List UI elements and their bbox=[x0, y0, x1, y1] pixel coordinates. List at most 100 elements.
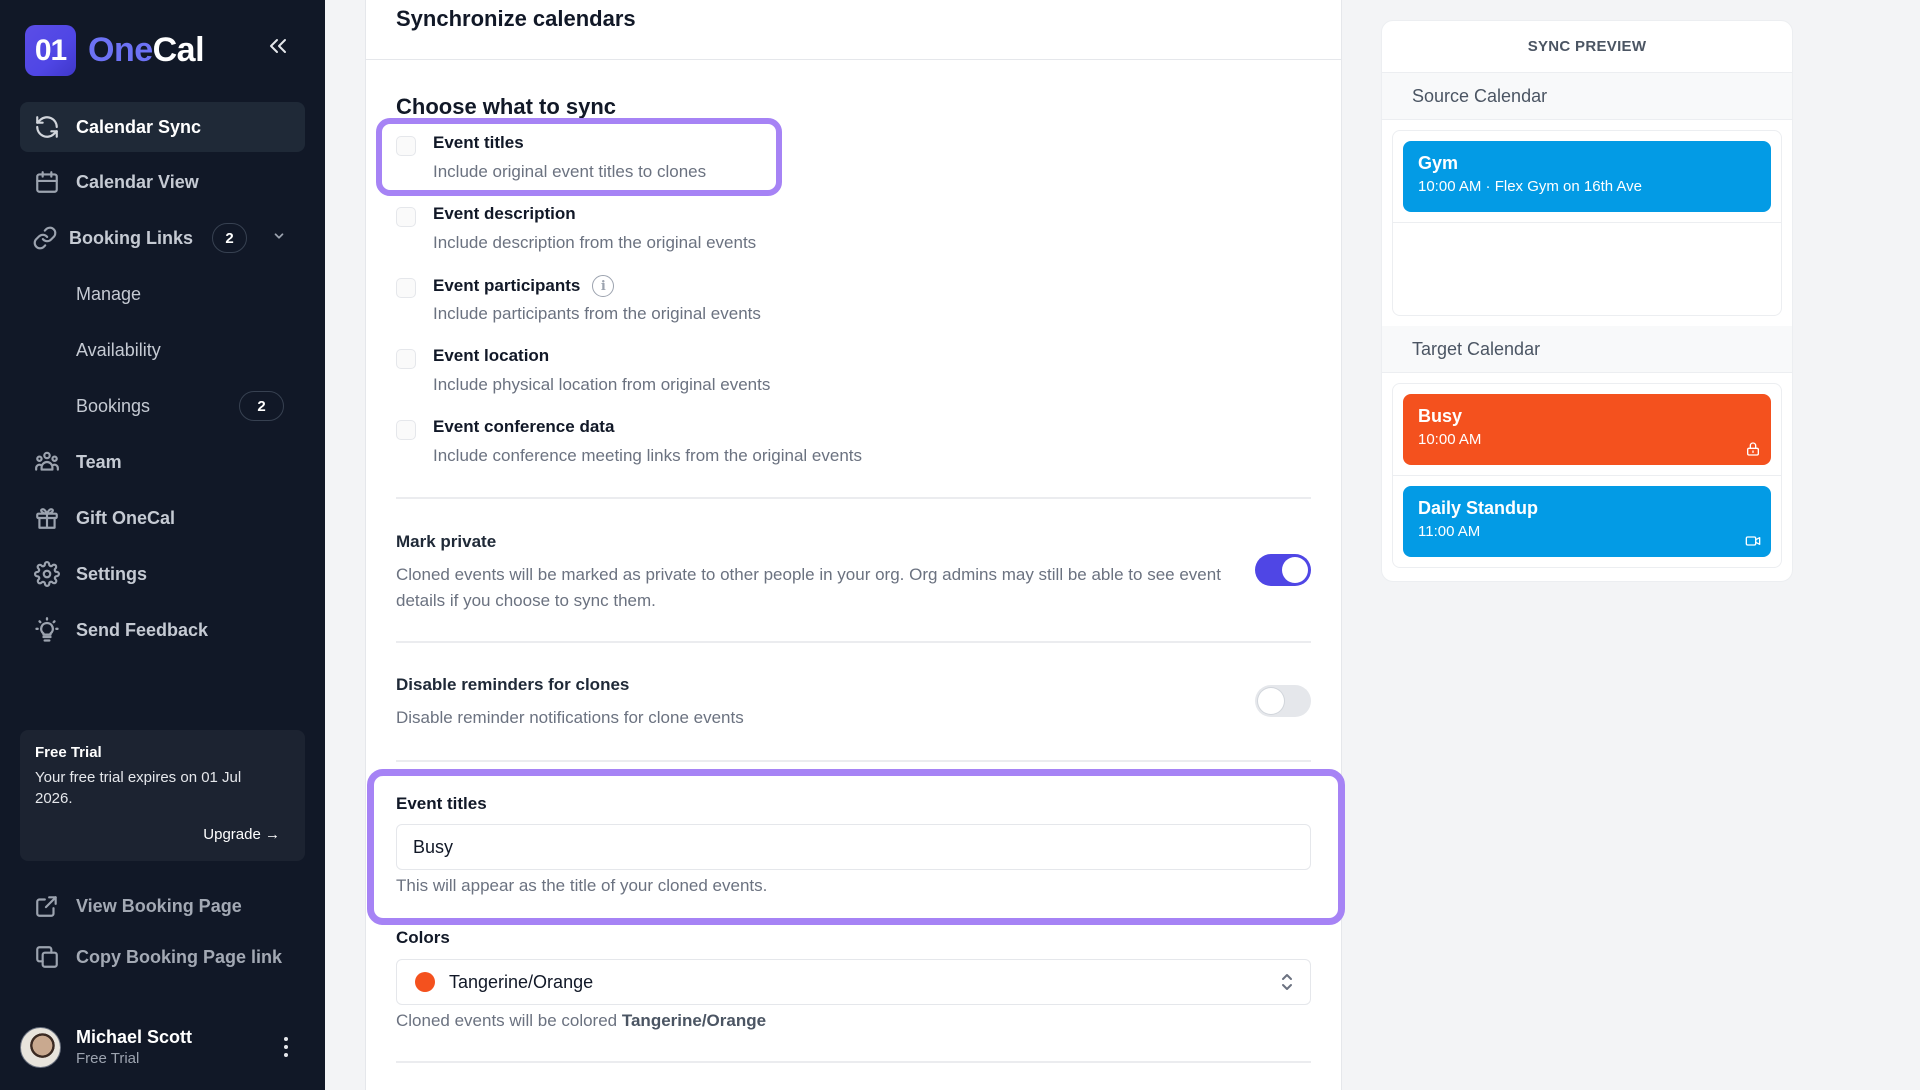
sidebar-item-settings[interactable]: Settings bbox=[20, 549, 305, 599]
sidebar-item-label: Send Feedback bbox=[76, 619, 209, 640]
setting-title: Disable reminders for clones bbox=[396, 675, 630, 694]
sidebar-item-calendar-view[interactable]: Calendar View bbox=[20, 157, 305, 207]
target-calendar-box: Busy 10:00 AM Daily Standup 11:00 AM bbox=[1392, 383, 1782, 568]
sync-preview-panel: SYNC PREVIEW Source Calendar Gym 10:00 A… bbox=[1381, 20, 1793, 582]
slot-divider bbox=[1393, 222, 1781, 223]
event-participants-checkbox[interactable] bbox=[396, 278, 416, 298]
user-plan: Free Trial bbox=[76, 1050, 140, 1067]
footer-link-label: View Booking Page bbox=[76, 895, 242, 916]
option-title: Event titles bbox=[433, 133, 524, 152]
option-description: Include participants from the original e… bbox=[433, 304, 761, 323]
footer-link-label: Copy Booking Page link bbox=[76, 946, 283, 967]
option-title: Event description bbox=[433, 204, 576, 223]
sidebar-item-booking-links[interactable]: Booking Links bbox=[20, 213, 305, 263]
chevron-down-icon[interactable] bbox=[272, 229, 286, 248]
event-location-checkbox[interactable] bbox=[396, 349, 416, 369]
event-titles-checkbox[interactable] bbox=[396, 136, 416, 156]
video-icon bbox=[1745, 533, 1761, 549]
event-description-checkbox[interactable] bbox=[396, 207, 416, 227]
setting-title: Mark private bbox=[396, 532, 497, 551]
event-name: Busy bbox=[1418, 406, 1463, 426]
option-description: Include description from the original ev… bbox=[433, 233, 757, 252]
bookings-count-badge: 2 bbox=[239, 391, 284, 421]
trial-text: Your free trial expires on 01 Jul 2026. bbox=[35, 769, 242, 807]
sidebar-item-label: Settings bbox=[76, 563, 148, 584]
source-calendar-heading: Source Calendar bbox=[1382, 73, 1792, 120]
mark-private-setting: Mark private Cloned events will be marke… bbox=[396, 532, 1311, 614]
sidebar-subitem-bookings[interactable]: Bookings bbox=[76, 396, 150, 417]
divider bbox=[396, 1061, 1311, 1063]
option-title-row: Event participants i bbox=[433, 275, 615, 297]
logo-mark: 01 bbox=[25, 25, 76, 76]
divider bbox=[396, 641, 1311, 643]
info-icon[interactable]: i bbox=[592, 275, 615, 297]
event-name: Daily Standup bbox=[1418, 498, 1539, 518]
calendar-event[interactable]: Gym 10:00 AM · Flex Gym on 16th Ave bbox=[1403, 141, 1771, 212]
event-conference-data-checkbox[interactable] bbox=[396, 420, 416, 440]
sidebar-subitem-availability[interactable]: Availability bbox=[76, 340, 161, 361]
event-meta: 11:00 AM bbox=[1418, 523, 1481, 540]
option-description: Include conference meeting links from th… bbox=[433, 446, 863, 465]
sidebar-item-label: Gift OneCal bbox=[76, 507, 176, 528]
colors-label: Colors bbox=[396, 928, 450, 947]
sidebar-item-calendar-sync[interactable]: Calendar Sync bbox=[20, 102, 305, 152]
section-title: Choose what to sync bbox=[396, 94, 617, 119]
colors-select[interactable]: Tangerine/Orange bbox=[396, 959, 1311, 1005]
view-booking-page-link[interactable]: View Booking Page bbox=[20, 886, 305, 926]
user-profile[interactable]: Michael Scott Free Trial bbox=[20, 1026, 305, 1068]
sidebar-item-send-feedback[interactable]: Send Feedback bbox=[20, 605, 305, 655]
sidebar-subitem-manage[interactable]: Manage bbox=[76, 284, 141, 305]
disable-reminders-setting: Disable reminders for clones Disable rem… bbox=[396, 675, 1311, 731]
booking-links-count-badge: 2 bbox=[212, 223, 247, 253]
gift-icon bbox=[32, 503, 62, 533]
divider bbox=[396, 760, 1311, 762]
toggle-knob bbox=[1282, 557, 1308, 583]
user-info: Michael Scott Free Trial bbox=[76, 1027, 192, 1067]
logo[interactable]: 01 OneCal bbox=[25, 25, 205, 76]
target-calendar-heading: Target Calendar bbox=[1382, 326, 1792, 373]
colors-help: Cloned events will be colored Tangerine/… bbox=[396, 1011, 766, 1031]
option-title: Event conference data bbox=[433, 417, 615, 436]
calendar-event[interactable]: Daily Standup 11:00 AM bbox=[1403, 486, 1771, 557]
toggle-knob bbox=[1258, 688, 1284, 714]
mark-private-toggle[interactable] bbox=[1255, 554, 1311, 586]
sync-icon bbox=[32, 112, 62, 142]
disable-reminders-toggle[interactable] bbox=[1255, 685, 1311, 717]
trial-title: Free Trial bbox=[35, 744, 102, 761]
sidebar-item-team[interactable]: Team bbox=[20, 437, 305, 487]
sidebar-item-gift-onecal[interactable]: Gift OneCal bbox=[20, 493, 305, 543]
upgrade-link[interactable]: Upgrade → bbox=[203, 826, 280, 843]
setting-description: Cloned events will be marked as private … bbox=[396, 565, 1221, 610]
option-title: Event location bbox=[433, 346, 550, 365]
free-trial-card: Free Trial Your free trial expires on 01… bbox=[20, 730, 305, 861]
sidebar-item-label: Calendar View bbox=[76, 171, 199, 192]
sidebar: 01 OneCal Calendar Sync Calendar View Bo… bbox=[0, 0, 325, 1090]
chevron-up-down-icon bbox=[1280, 971, 1294, 998]
sidebar-item-label: Team bbox=[76, 451, 122, 472]
colors-help-value: Tangerine/Orange bbox=[621, 1011, 767, 1030]
external-link-icon bbox=[32, 891, 62, 921]
event-meta: 10:00 AM · Flex Gym on 16th Ave bbox=[1418, 178, 1643, 195]
gear-icon bbox=[32, 559, 62, 589]
team-icon bbox=[32, 447, 62, 477]
copy-icon bbox=[32, 942, 62, 972]
event-titles-input[interactable] bbox=[396, 824, 1311, 870]
option-description: Include original event titles to clones bbox=[433, 162, 707, 181]
copy-booking-page-link[interactable]: Copy Booking Page link bbox=[20, 937, 305, 977]
sync-settings-panel: Synchronize calendars Choose what to syn… bbox=[365, 0, 1345, 1090]
user-name: Michael Scott bbox=[76, 1027, 193, 1047]
colors-select-value: Tangerine/Orange bbox=[449, 971, 594, 992]
calendar-event[interactable]: Busy 10:00 AM bbox=[1403, 394, 1771, 465]
lock-icon bbox=[1745, 441, 1761, 457]
setting-description: Disable reminder notifications for clone… bbox=[396, 708, 744, 727]
color-swatch bbox=[415, 972, 435, 992]
slot-divider bbox=[1393, 475, 1781, 476]
collapse-sidebar-button[interactable] bbox=[266, 34, 292, 60]
more-options-icon[interactable] bbox=[276, 1032, 296, 1062]
divider bbox=[396, 497, 1311, 499]
avatar bbox=[20, 1026, 61, 1068]
sync-preview-heading: SYNC PREVIEW bbox=[1382, 21, 1792, 73]
event-titles-label: Event titles bbox=[396, 794, 487, 813]
event-titles-help: This will appear as the title of your cl… bbox=[396, 876, 768, 895]
sidebar-item-label: Booking Links bbox=[69, 227, 194, 248]
